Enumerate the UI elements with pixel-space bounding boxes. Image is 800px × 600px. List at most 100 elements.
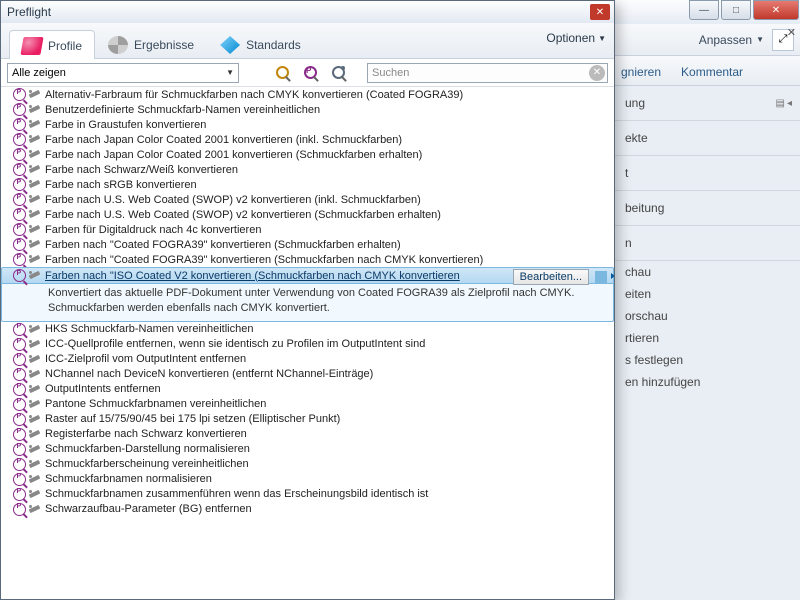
profile-item[interactable]: Farbe nach Japan Color Coated 2001 konve… <box>1 132 614 147</box>
tab-standards[interactable]: Standards <box>207 29 314 58</box>
profile-item-label: HKS Schmuckfarb-Namen vereinheitlichen <box>45 323 253 335</box>
profile-item[interactable]: Farbe nach Schwarz/Weiß konvertieren <box>1 162 614 177</box>
tool-fixups-button[interactable] <box>327 62 349 84</box>
profile-item[interactable]: Benutzerdefinierte Schmuckfarb-Namen ver… <box>1 102 614 117</box>
options-label: Optionen <box>546 31 595 45</box>
tool-inspect-button[interactable] <box>271 62 293 84</box>
profile-item[interactable]: HKS Schmuckfarb-Namen vereinheitlichen <box>1 322 614 337</box>
search-input[interactable] <box>368 67 589 79</box>
tab-sign[interactable]: gnieren <box>611 59 671 85</box>
wrench-icon <box>28 488 41 501</box>
panel-item[interactable]: rtieren <box>611 327 800 349</box>
profile-item-label: Farbe nach Japan Color Coated 2001 konve… <box>45 134 402 146</box>
wrench-icon <box>28 338 41 351</box>
profile-item-label: Farbe nach Japan Color Coated 2001 konve… <box>45 149 422 161</box>
profile-item[interactable]: Farbe nach U.S. Web Coated (SWOP) v2 kon… <box>1 207 614 222</box>
minimize-button[interactable]: — <box>689 0 719 20</box>
profile-item-label: Schmuckfarbnamen normalisieren <box>45 473 212 485</box>
wrench-icon <box>28 398 41 411</box>
profile-item[interactable]: Alternativ-Farbraum für Schmuckfarben na… <box>1 87 614 102</box>
profile-item[interactable]: Schmuckfarbnamen normalisieren <box>1 472 614 487</box>
panel-item[interactable]: eiten <box>611 283 800 305</box>
expand-arrow-icon <box>611 273 614 279</box>
profile-item[interactable]: Schmuckfarbnamen zusammenführen wenn das… <box>1 487 614 502</box>
profile-item[interactable]: ICC-Zielprofil vom OutputIntent entferne… <box>1 352 614 367</box>
profile-item[interactable]: Pantone Schmuckfarbnamen vereinheitliche… <box>1 397 614 412</box>
tab-standards-label: Standards <box>246 38 301 52</box>
customize-menu[interactable]: Anpassen ▼ <box>699 33 764 47</box>
filter-combo[interactable]: Alle zeigen ▼ <box>7 63 239 83</box>
profile-item-label: Schmuckfarben-Darstellung normalisieren <box>45 443 250 455</box>
search-box[interactable]: ✕ <box>367 63 608 83</box>
close-window-button[interactable]: ✕ <box>753 0 799 20</box>
inspect-p-icon <box>13 473 26 486</box>
profile-item[interactable]: Farbe nach U.S. Web Coated (SWOP) v2 kon… <box>1 192 614 207</box>
inspect-p-icon <box>13 488 26 501</box>
edit-button[interactable]: Bearbeiten... <box>513 269 589 285</box>
profile-item-label: Farben nach "Coated FOGRA39" konvertiere… <box>45 239 401 251</box>
panel-section[interactable]: beitung <box>611 191 800 226</box>
wrench-icon <box>28 473 41 486</box>
inspect-p-icon <box>13 458 26 471</box>
wrench-icon <box>28 133 41 146</box>
profile-item[interactable]: Farbe nach Japan Color Coated 2001 konve… <box>1 147 614 162</box>
profile-item[interactable]: Farben nach "Coated FOGRA39" konvertiere… <box>1 252 614 267</box>
inspect-p-icon <box>13 238 26 251</box>
panel-item[interactable]: chau <box>611 261 800 283</box>
bgwin-titlebar: — □ ✕ <box>611 0 800 24</box>
profile-item-label: OutputIntents entfernen <box>45 383 161 395</box>
panel-item[interactable]: en hinzufügen <box>611 371 800 393</box>
panel-header-icons: ▤◂ <box>776 98 792 109</box>
wrench-icon <box>28 223 41 236</box>
inspect-p-icon <box>13 338 26 351</box>
profile-item-label: NChannel nach DeviceN konvertieren (entf… <box>45 368 373 380</box>
profile-item[interactable]: Schwarzaufbau-Parameter (BG) entfernen <box>1 502 614 517</box>
inspect-p-icon <box>13 208 26 221</box>
maximize-button[interactable]: □ <box>721 0 751 20</box>
tab-profile[interactable]: Profile <box>9 30 95 59</box>
wrench-icon <box>28 103 41 116</box>
dialog-close-button[interactable]: ✕ <box>590 4 610 20</box>
profile-item-label: Schmuckfarberscheinung vereinheitlichen <box>45 458 249 470</box>
panel-header[interactable]: ung ▤◂ <box>611 86 800 121</box>
panel-section[interactable]: t <box>611 156 800 191</box>
chevron-down-icon: ▼ <box>598 34 606 43</box>
profile-item[interactable]: NChannel nach DeviceN konvertieren (entf… <box>1 367 614 382</box>
profile-item[interactable]: Farben für Digitaldruck nach 4c konverti… <box>1 222 614 237</box>
tab-comment[interactable]: Kommentar <box>671 59 753 85</box>
profile-item[interactable]: Raster auf 15/75/90/45 bei 175 lpi setze… <box>1 412 614 427</box>
inspect-p-icon <box>13 148 26 161</box>
profile-item-label: ICC-Quellprofile entfernen, wenn sie ide… <box>45 338 425 350</box>
wrench-icon <box>28 443 41 456</box>
profile-list[interactable]: Alternativ-Farbraum für Schmuckfarben na… <box>1 87 614 599</box>
profile-item-label: Alternativ-Farbraum für Schmuckfarben na… <box>45 89 463 101</box>
profile-item[interactable]: Schmuckfarberscheinung vereinheitlichen <box>1 457 614 472</box>
panel-section[interactable]: ekte <box>611 121 800 156</box>
profile-item[interactable]: Farbe nach sRGB konvertieren <box>1 177 614 192</box>
wrench-icon <box>28 253 41 266</box>
profile-item[interactable]: Schmuckfarben-Darstellung normalisieren <box>1 442 614 457</box>
profile-item-label: Farbe nach U.S. Web Coated (SWOP) v2 kon… <box>45 194 421 206</box>
results-icon <box>108 36 128 54</box>
inspect-p-icon <box>13 503 26 516</box>
inspect-p-icon <box>13 269 26 282</box>
profile-item-label: Farben nach "ISO Coated V2 konvertieren … <box>45 270 460 282</box>
profile-item[interactable]: Registerfarbe nach Schwarz konvertieren <box>1 427 614 442</box>
panel-close-icon[interactable]: ✕ <box>787 26 796 39</box>
options-menu[interactable]: Optionen ▼ <box>546 31 606 45</box>
profile-item[interactable]: ICC-Quellprofile entfernen, wenn sie ide… <box>1 337 614 352</box>
profile-item-selected[interactable]: Farben nach "ISO Coated V2 konvertieren … <box>1 267 614 284</box>
tab-results[interactable]: Ergebnisse <box>95 29 207 58</box>
panel-item[interactable]: s festlegen <box>611 349 800 371</box>
customize-label: Anpassen <box>699 33 752 47</box>
dialog-title: Preflight <box>7 5 51 19</box>
filter-bar: Alle zeigen ▼ ✕ <box>1 59 614 87</box>
panel-section[interactable]: n <box>611 226 800 261</box>
panel-item[interactable]: orschau <box>611 305 800 327</box>
wrench-icon <box>28 413 41 426</box>
profile-item[interactable]: Farbe in Graustufen konvertieren <box>1 117 614 132</box>
profile-item[interactable]: OutputIntents entfernen <box>1 382 614 397</box>
clear-search-button[interactable]: ✕ <box>589 65 605 81</box>
profile-item[interactable]: Farben nach "Coated FOGRA39" konvertiere… <box>1 237 614 252</box>
tool-profiles-button[interactable] <box>299 62 321 84</box>
